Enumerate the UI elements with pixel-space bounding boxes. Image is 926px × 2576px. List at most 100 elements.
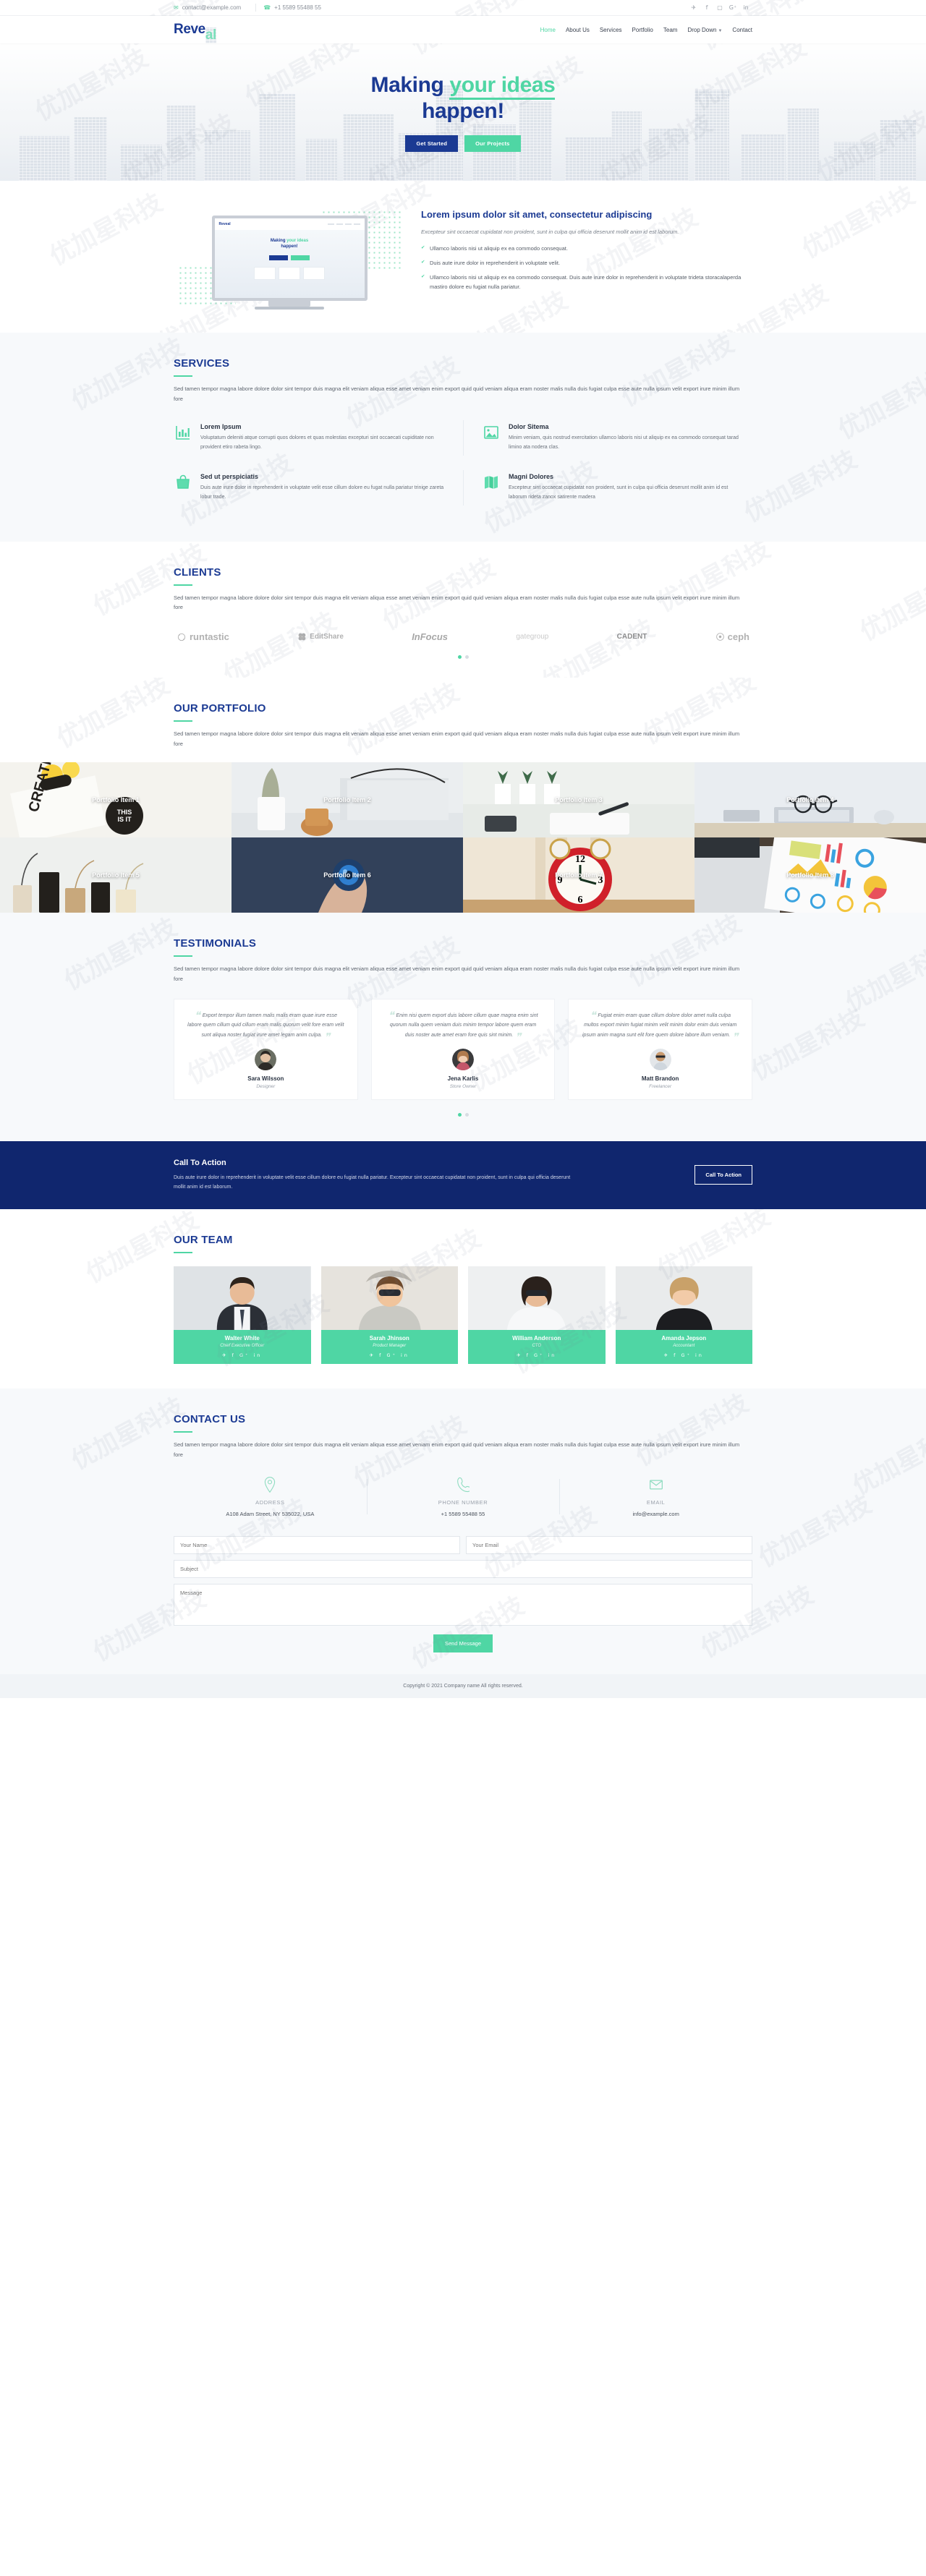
subject-input[interactable] [174, 1560, 752, 1579]
section-rule [174, 720, 192, 722]
monitor-base [255, 307, 324, 310]
team-member-card[interactable]: Sarah Jhinson Product Manager ✈ f G⁺ in [320, 1266, 458, 1365]
send-message-button[interactable]: Send Message [433, 1634, 493, 1653]
team-member-card[interactable]: Walter White Chief Executive Officer ✈ f… [174, 1266, 311, 1365]
team-member-social-links[interactable]: ✈ f G⁺ in [471, 1352, 603, 1358]
twitter-icon[interactable]: ✈ [687, 4, 700, 11]
instagram-icon[interactable]: ▢ [713, 4, 726, 11]
contact-description: Sed tamen tempor magna labore dolore dol… [174, 1441, 740, 1459]
service-card[interactable]: Lorem Ipsum Voluptatum deleniti atque co… [174, 413, 463, 463]
about-text-block: Lorem ipsum dolor sit amet, consectetur … [421, 205, 752, 297]
service-title: Lorem Ipsum [200, 422, 242, 430]
hero-title-highlight: your ideas [449, 73, 556, 101]
testimonial-quote: ❝ Export tempor illum tamen malis malis e… [184, 1010, 347, 1042]
client-logo[interactable]: EditShare [297, 632, 344, 641]
monitor-screen: Reveal Making your ideas happen! [211, 216, 368, 301]
hero-title-part1: Making [370, 73, 450, 98]
section-rule [174, 1431, 192, 1433]
client-logo-text: InFocus [412, 631, 449, 643]
contact-info-label: PHONE NUMBER [438, 1499, 488, 1506]
our-projects-button[interactable]: Our Projects [464, 135, 521, 152]
nav-item-drop-down[interactable]: Drop Down ▼ [687, 27, 722, 33]
about-section: 优加星科技 优加星科技 优加星科技 优加星科技 优加星科技 优加星科技 优加星科… [0, 181, 926, 333]
client-logo-text: ceph [727, 631, 749, 643]
topbar-email[interactable]: ✉ contact@example.com [174, 4, 248, 11]
portfolio-item-label: Portfolio Item 7 [555, 871, 603, 879]
service-title: Sed ut perspiciatis [200, 472, 259, 480]
portfolio-item[interactable]: 12 3 6 9 Portfolio Item 7 [463, 837, 694, 913]
nav-item-services[interactable]: Services [600, 27, 622, 33]
testimonial-card: ❝ Enim nisi quem export duis labore cillu… [370, 998, 556, 1100]
email-input[interactable] [466, 1536, 752, 1555]
portfolio-item[interactable]: Portfolio Item 4 [694, 762, 926, 837]
carousel-dot[interactable] [464, 655, 469, 660]
get-started-button[interactable]: Get Started [405, 135, 459, 152]
client-logo[interactable]: runtastic [177, 631, 229, 642]
watermark-text: 优加星科技 [739, 445, 862, 529]
portfolio-item[interactable]: Portfolio Item 3 [463, 762, 694, 837]
site-logo[interactable]: Reve al [174, 22, 216, 43]
svg-text:6: 6 [578, 895, 583, 905]
map-icon [482, 473, 501, 492]
client-logo[interactable]: ceph [715, 631, 749, 642]
contact-info-address: ADDRESS A108 Adam Street, NY 535022, USA [174, 1476, 367, 1517]
section-rule [174, 1252, 192, 1254]
envelope-icon: ✉ [174, 4, 179, 11]
team-member-social-links[interactable]: ✈ f G⁺ in [619, 1352, 750, 1358]
client-logo[interactable]: InFocus [412, 631, 448, 642]
quote-close-icon: ❞ [732, 1031, 739, 1044]
topbar-phone[interactable]: ☎ +1 5589 55488 55 [263, 4, 328, 11]
name-input[interactable] [174, 1536, 460, 1555]
call-to-action-button[interactable]: Call To Action [694, 1165, 752, 1185]
nav-item-team[interactable]: Team [663, 27, 678, 33]
portfolio-item[interactable]: Portfolio Item 2 [232, 762, 463, 837]
testimonial-name: Sara Wilsson [247, 1075, 284, 1082]
client-logo[interactable]: CADENT [617, 633, 647, 641]
hero-buttons: Get Started Our Projects [174, 135, 752, 152]
service-card[interactable]: Dolor Sitema Minim veniam, quis nostrud … [463, 413, 752, 463]
portfolio-item[interactable]: THIS IS IT CREATIVE Portfolio Item 1 [0, 762, 232, 837]
nav-item-portfolio[interactable]: Portfolio [632, 27, 653, 33]
portfolio-item[interactable]: Portfolio Item 8 [694, 837, 926, 913]
service-card[interactable]: Sed ut perspiciatis Duis aute irure dolo… [174, 463, 463, 513]
portfolio-grid: THIS IS IT CREATIVE Portfolio Item 1 Por… [0, 762, 926, 913]
clients-carousel-dots [174, 655, 752, 660]
team-member-photo [468, 1266, 606, 1331]
carousel-dot-active[interactable] [457, 655, 462, 660]
portfolio-item[interactable]: Portfolio Item 5 [0, 837, 232, 913]
testimonials-title: TESTIMONIALS [174, 937, 257, 950]
service-card[interactable]: Magni Dolores Excepteur sint occaecat cu… [463, 463, 752, 513]
carousel-dot-active[interactable] [457, 1112, 462, 1117]
site-footer: 优加星科技 优加星科技 优加星科技 Copyright © 2021 Compa… [0, 0, 926, 1699]
client-logo-text: CADENT [616, 633, 647, 641]
watermark-text: 优加星科技 [59, 913, 182, 997]
services-description: Sed tamen tempor magna labore dolore dol… [174, 385, 740, 402]
facebook-icon[interactable]: f [700, 4, 713, 11]
team-member-social-links[interactable]: ✈ f G⁺ in [177, 1352, 308, 1358]
nav-item-home[interactable]: Home [540, 27, 556, 33]
monitor-mini-title-part2: happen! [281, 244, 298, 249]
google-plus-icon[interactable]: G⁺ [726, 4, 739, 11]
client-logo-text: EditShare [310, 633, 344, 641]
team-section: 优加星科技 优加星科技 优加星科技 优加星科技 优加星科技 OUR TEAM W… [0, 1209, 926, 1389]
linkedin-icon[interactable]: in [739, 4, 752, 11]
svg-text:THIS: THIS [117, 809, 132, 816]
about-bullet-item: Ullamco laboris nisi ut aliquip ex ea co… [421, 273, 752, 291]
runtastic-mark-icon [177, 633, 186, 641]
team-member-social-links[interactable]: ✈ f G⁺ in [324, 1352, 456, 1358]
client-logo[interactable]: gategroup [516, 633, 548, 641]
nav-item-about-us[interactable]: About Us [566, 27, 590, 33]
portfolio-item-label: Portfolio Item 2 [323, 796, 371, 803]
portfolio-item-label: Portfolio Item 8 [786, 871, 834, 879]
watermark-text: 优加星科技 [848, 1417, 926, 1501]
team-member-name: William Anderson [512, 1335, 561, 1342]
editshare-mark-icon [298, 633, 306, 641]
portfolio-title: OUR PORTFOLIO [174, 702, 266, 715]
service-text: Excepteur sint occaecat cupidatat non pr… [509, 485, 729, 500]
message-textarea[interactable] [174, 1584, 752, 1626]
team-member-card[interactable]: William Anderson CTO ✈ f G⁺ in [468, 1266, 606, 1365]
team-member-card[interactable]: Amanda Jepson Accountant ✈ f G⁺ in [615, 1266, 752, 1365]
carousel-dot[interactable] [464, 1112, 469, 1117]
portfolio-item[interactable]: Portfolio Item 6 [232, 837, 463, 913]
nav-item-contact[interactable]: Contact [732, 27, 752, 33]
